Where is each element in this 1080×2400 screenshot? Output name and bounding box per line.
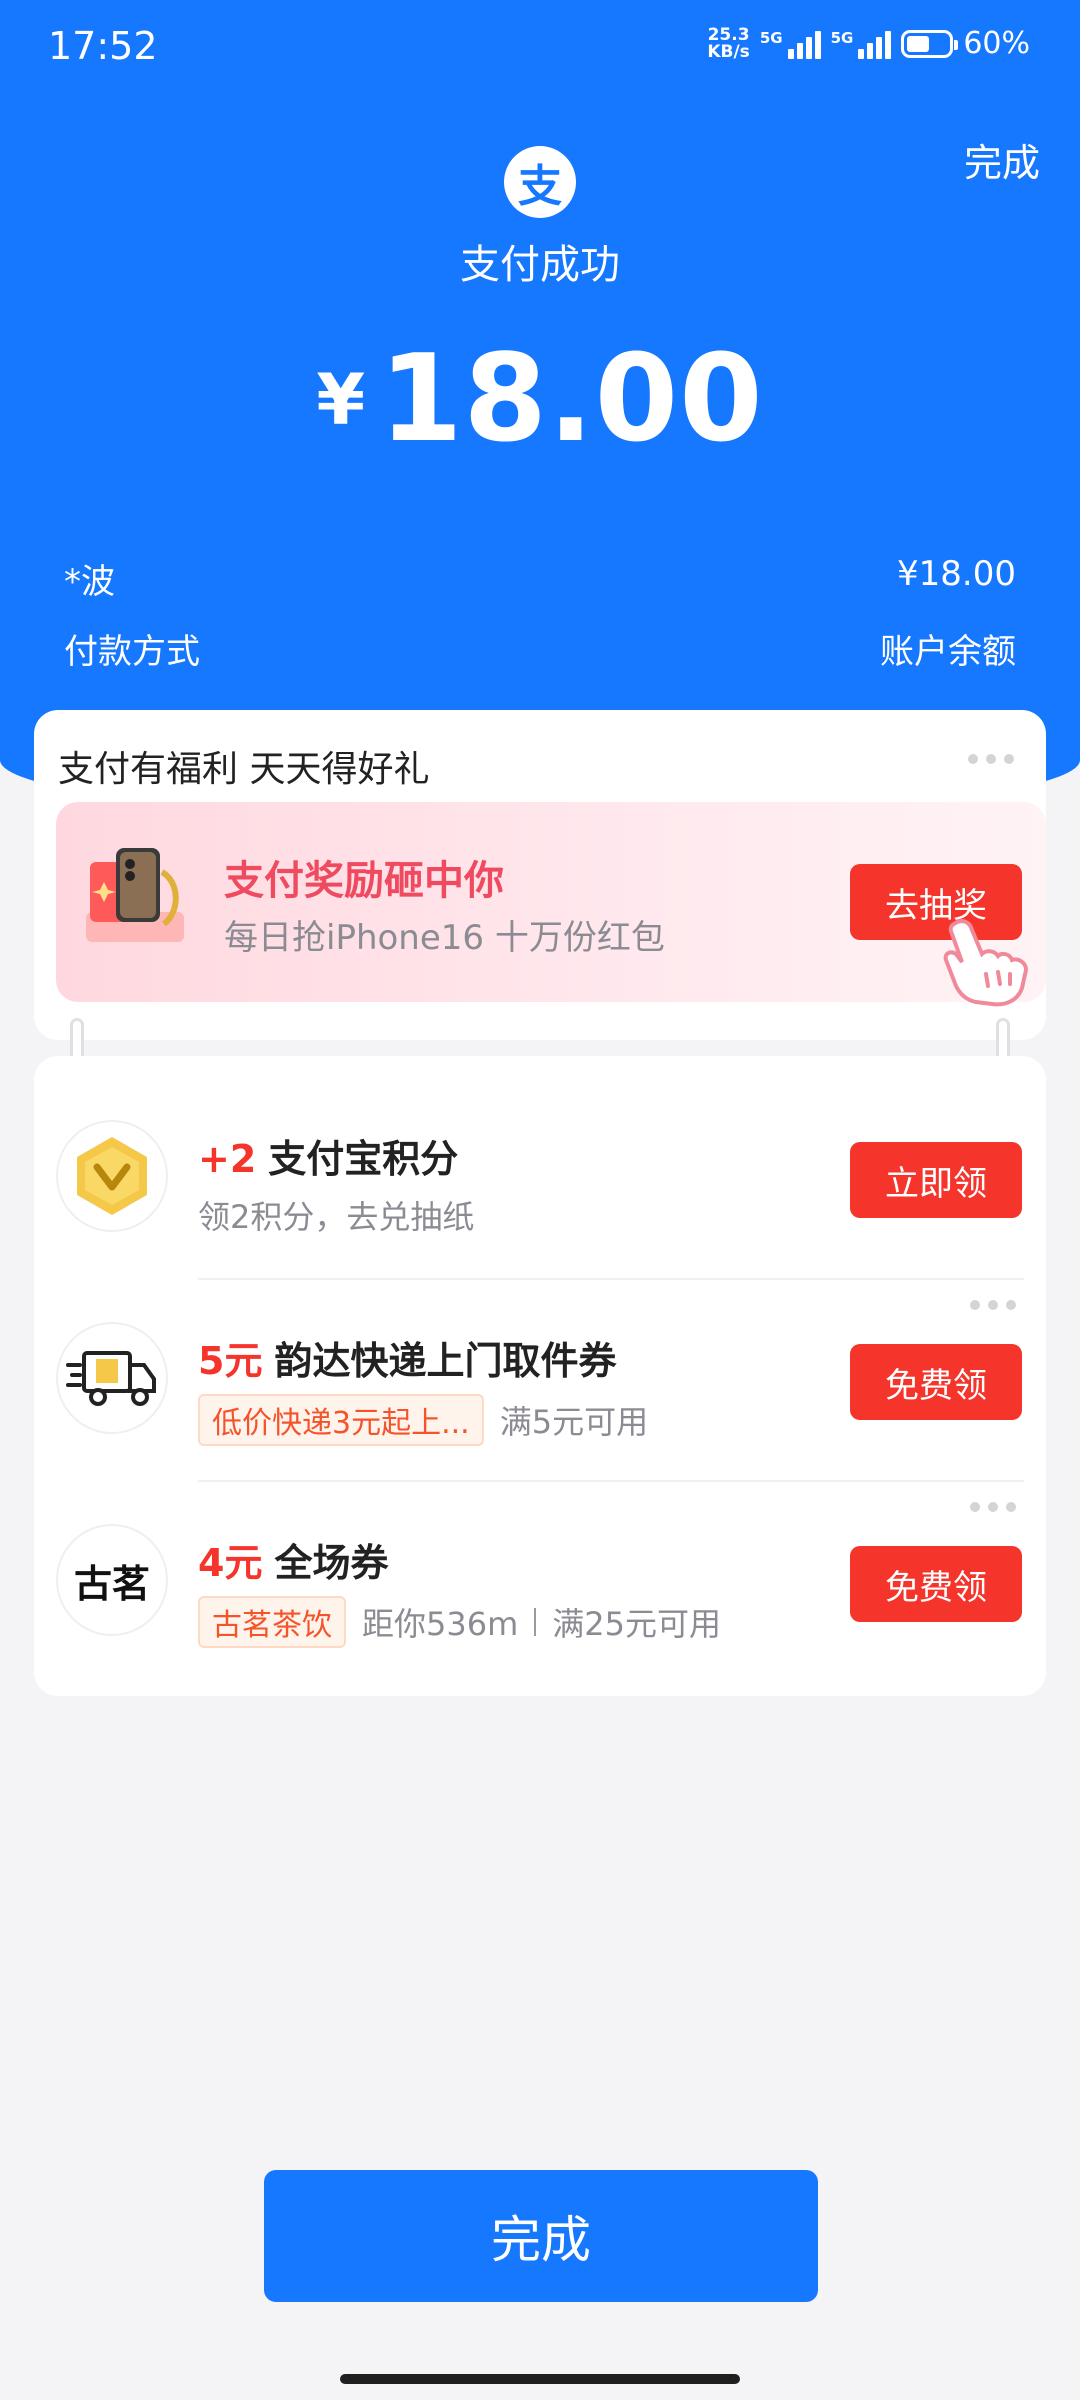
claim-free-button[interactable]: 免费领 xyxy=(850,1344,1022,1420)
lottery-promo[interactable]: 支付奖励砸中你 每日抢iPhone16 十万份红包 去抽奖 xyxy=(56,802,1046,1007)
promo-title: 支付奖励砸中你 xyxy=(224,858,504,904)
done-link[interactable]: 完成 xyxy=(964,132,1040,187)
reward-title: +2 支付宝积分 xyxy=(198,1137,459,1181)
points-coin-icon xyxy=(56,1120,168,1232)
payment-labels-row: 付款方式 账户余额 xyxy=(64,624,1016,673)
reward-title: 4元 全场券 xyxy=(198,1541,389,1585)
amount-value: 18.00 xyxy=(379,330,764,469)
separator xyxy=(534,1608,537,1636)
account-balance-label: 账户余额 xyxy=(880,632,1016,672)
delivery-truck-icon xyxy=(56,1322,168,1434)
reward-item-points: +2 支付宝积分 领2积分，去兑抽纸 立即领 xyxy=(34,1056,1046,1256)
payment-method-label: 付款方式 xyxy=(64,632,200,672)
distance: 距你536m xyxy=(362,1605,519,1643)
status-bar: 17:52 25.3 KB/s 5G 5G 60% xyxy=(0,0,1080,96)
battery-percent: 60% xyxy=(963,26,1030,61)
done-button[interactable]: 完成 xyxy=(264,2170,818,2302)
status-icons: 25.3 KB/s 5G 5G 60% xyxy=(707,26,1030,61)
reward-item-guming: 古茗 4元 全场券 古茗茶饮 距你536m 满25元可用 免费领 xyxy=(34,1460,1046,1660)
benefits-title: 支付有福利 天天得好礼 xyxy=(58,749,430,790)
promo-subtitle: 每日抢iPhone16 十万份红包 xyxy=(224,918,665,958)
payee-row: *波 ¥18.00 xyxy=(64,554,1016,603)
reward-item-yunda: 5元 韵达快递上门取件券 低价快递3元起上... 满5元可用 免费领 xyxy=(34,1258,1046,1458)
alipay-logo-icon: 支 xyxy=(504,146,576,218)
reward-title: 5元 韵达快递上门取件券 xyxy=(198,1339,617,1383)
signal-icon: 5G xyxy=(760,29,821,59)
payee-amount: ¥18.00 xyxy=(897,554,1016,594)
merchant-tag: 古茗茶饮 xyxy=(198,1596,346,1648)
status-time: 17:52 xyxy=(48,24,158,68)
payee-name: *波 xyxy=(64,562,115,602)
reward-subtitle: 领2积分，去兑抽纸 xyxy=(198,1198,475,1236)
pointing-hand-icon xyxy=(943,919,1029,1007)
battery-icon xyxy=(901,29,959,58)
more-options-icon[interactable] xyxy=(968,754,1014,764)
gift-phone-icon xyxy=(86,848,184,942)
payment-amount: ¥18.00 xyxy=(0,330,1080,469)
currency-symbol: ¥ xyxy=(316,358,366,441)
payment-status: 支付成功 xyxy=(460,242,620,288)
claim-free-button[interactable]: 免费领 xyxy=(850,1546,1022,1622)
network-speed: 25.3 KB/s xyxy=(707,24,750,62)
guming-logo: 古茗 xyxy=(56,1524,168,1636)
claim-now-button[interactable]: 立即领 xyxy=(850,1142,1022,1218)
signal-icon: 5G xyxy=(831,29,892,59)
rewards-card: +2 支付宝积分 领2积分，去兑抽纸 立即领 5元 韵达快递上门取件券 低价快递3元… xyxy=(34,1056,1046,1696)
home-indicator[interactable] xyxy=(340,2374,740,2384)
reward-subtitle: 古茗茶饮 距你536m 满25元可用 xyxy=(198,1596,721,1648)
promo-tag: 低价快递3元起上... xyxy=(198,1394,484,1446)
benefits-card: 支付有福利 天天得好礼 支付奖励砸中你 每日抢iPhone16 十万份红包 去抽… xyxy=(34,710,1046,1040)
reward-subtitle: 低价快递3元起上... 满5元可用 xyxy=(198,1394,648,1446)
